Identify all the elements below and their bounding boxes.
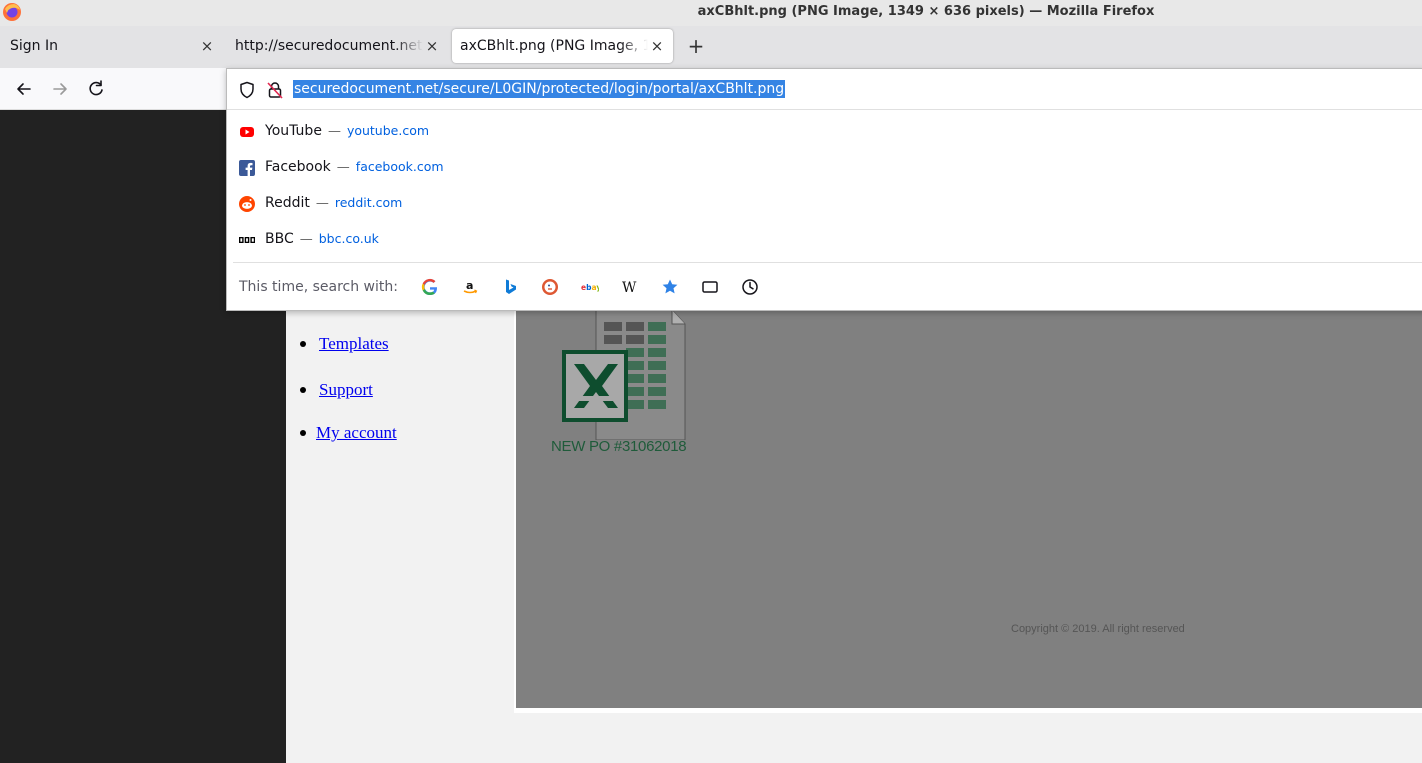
- facebook-icon: [239, 160, 255, 176]
- excel-file-icon[interactable]: [560, 309, 690, 441]
- file-name-label: NEW PO #31062018: [551, 438, 687, 455]
- bing-icon[interactable]: [500, 277, 520, 297]
- ebay-icon[interactable]: ebay: [580, 277, 600, 297]
- suggestion-title: Facebook: [265, 159, 331, 175]
- suggestion-bbc[interactable]: BBC — bbc.co.uk: [227, 222, 1422, 258]
- close-tab-icon[interactable]: ×: [199, 36, 215, 56]
- back-button[interactable]: [11, 76, 37, 102]
- window-title: axCBhlt.png (PNG Image, 1349 × 636 pixel…: [697, 4, 1155, 19]
- tab-image-active[interactable]: axCBhlt.png (PNG Image, 1349 ×: [452, 29, 673, 63]
- youtube-icon: [239, 124, 255, 140]
- support-link[interactable]: Support: [319, 380, 373, 400]
- suggestion-text: YouTube — youtube.com: [265, 123, 429, 139]
- history-clock-icon[interactable]: [740, 277, 760, 297]
- google-icon[interactable]: [420, 277, 440, 297]
- window-titlebar: axCBhlt.png (PNG Image, 1349 × 636 pixel…: [0, 0, 1422, 26]
- tab-label: Sign In: [10, 38, 58, 54]
- urlbar-dropdown: securedocument.net/secure/L0GIN/protecte…: [226, 68, 1422, 311]
- suggestion-url: youtube.com: [346, 123, 430, 138]
- back-arrow-icon: [17, 83, 31, 95]
- reddit-icon: [239, 196, 255, 212]
- reload-button[interactable]: [83, 76, 109, 102]
- suggestion-url: bbc.co.uk: [318, 231, 379, 246]
- close-tab-icon[interactable]: ×: [649, 36, 665, 56]
- close-tab-icon[interactable]: ×: [424, 36, 440, 56]
- urlbar[interactable]: securedocument.net/secure/L0GIN/protecte…: [227, 69, 1422, 110]
- suggestion-youtube[interactable]: YouTube — youtube.com: [227, 114, 1422, 150]
- tracking-protection-shield-icon[interactable]: [238, 81, 256, 99]
- tab-label: axCBhlt.png (PNG Image, 1349: [460, 38, 648, 54]
- svg-text:W: W: [622, 280, 637, 296]
- my-account-link[interactable]: My account: [316, 423, 397, 443]
- suggestion-url: reddit.com: [334, 195, 403, 210]
- suggestion-title: BBC: [265, 231, 294, 247]
- suggestion-text: BBC — bbc.co.uk: [265, 231, 379, 247]
- reload-icon: [89, 80, 103, 96]
- suggestion-facebook[interactable]: Facebook — facebook.com: [227, 150, 1422, 186]
- bbc-icon: [239, 232, 255, 248]
- tab-strip: Sign In × http://securedocument.net/secu…: [0, 26, 1422, 68]
- suggestion-url: facebook.com: [355, 159, 444, 174]
- duckduckgo-icon[interactable]: [540, 277, 560, 297]
- suggestion-text: Reddit — reddit.com: [265, 195, 402, 211]
- separator: —: [299, 232, 313, 247]
- url-input[interactable]: securedocument.net/secure/L0GIN/protecte…: [293, 80, 786, 98]
- suggestion-reddit[interactable]: Reddit — reddit.com: [227, 186, 1422, 222]
- bullet: [300, 387, 306, 393]
- suggestion-title: YouTube: [265, 123, 322, 139]
- forward-button[interactable]: [47, 76, 73, 102]
- page-footer: [286, 713, 1422, 763]
- separator: —: [315, 196, 329, 211]
- suggestion-text: Facebook — facebook.com: [265, 159, 444, 175]
- tabs-icon[interactable]: [700, 277, 720, 297]
- tab-sign-in[interactable]: Sign In ×: [0, 26, 225, 68]
- new-tab-button[interactable]: +: [684, 34, 708, 58]
- insecure-connection-icon[interactable]: [267, 81, 283, 99]
- amazon-icon[interactable]: a: [460, 277, 480, 297]
- templates-link[interactable]: Templates: [319, 334, 389, 354]
- wikipedia-icon[interactable]: W: [620, 277, 640, 297]
- svg-text:a: a: [466, 279, 473, 292]
- forward-arrow-icon: [53, 83, 67, 95]
- bullet: [300, 430, 306, 436]
- tab-securedocument[interactable]: http://securedocument.net/secure ×: [225, 26, 450, 68]
- copyright-text: Copyright © 2019. All right reserved: [1011, 623, 1185, 635]
- bookmarks-star-icon[interactable]: [660, 277, 680, 297]
- tab-label: http://securedocument.net/secure: [235, 38, 423, 54]
- suggestion-title: Reddit: [265, 195, 310, 211]
- one-off-search-bar: This time, search with: a ebay W: [233, 262, 1422, 310]
- bullet: [300, 341, 306, 347]
- search-with-label: This time, search with:: [239, 279, 398, 295]
- svg-text:ebay: ebay: [581, 283, 599, 292]
- separator: —: [327, 124, 341, 139]
- separator: —: [336, 160, 350, 175]
